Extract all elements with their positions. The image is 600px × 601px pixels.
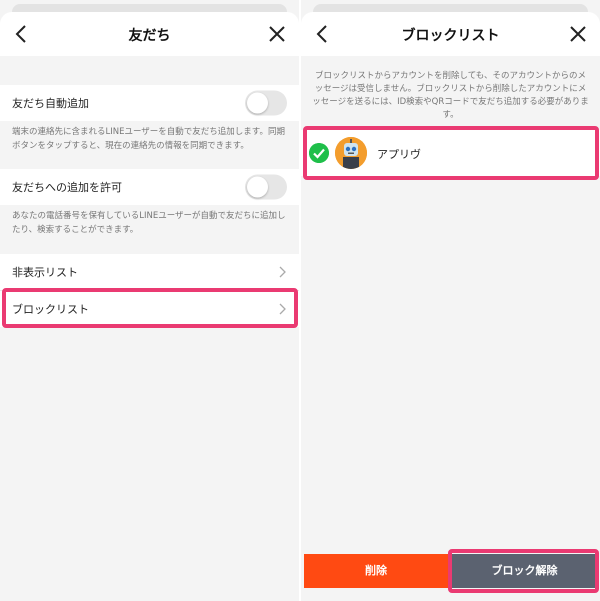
toggle-knob [247, 176, 268, 198]
close-icon[interactable] [265, 22, 289, 46]
chevron-right-icon [279, 266, 286, 278]
close-icon[interactable] [566, 22, 590, 46]
header: 友だち [0, 12, 299, 56]
block-list-highlight [2, 288, 298, 328]
blocked-account-highlight [303, 126, 599, 180]
page-title: 友だち [128, 28, 171, 44]
auto-add-friends-row: 友だち自動追加 [0, 85, 299, 121]
hidden-list-label: 非表示リスト [12, 266, 78, 279]
allow-friend-add-toggle[interactable] [245, 174, 287, 200]
unblock-highlight [448, 549, 599, 593]
block-list-info-text: ブロックリストからアカウントを削除しても、そのアカウントからのメッセージは受信し… [312, 71, 589, 120]
page-title: ブロックリスト [401, 28, 500, 44]
hidden-list-row[interactable]: 非表示リスト [0, 254, 299, 290]
auto-add-friends-description: 端末の連絡先に含まれるLINEユーザーを自動で友だち追加します。同期ボタンをタッ… [12, 127, 285, 151]
delete-button[interactable]: 削除 [304, 554, 448, 588]
allow-friend-add-row: 友だちへの追加を許可 [0, 169, 299, 205]
allow-friend-add-description: あなたの電話番号を保有しているLINEユーザーが自動で友だちに追加したり、検索す… [12, 211, 286, 235]
toggle-knob [247, 92, 268, 114]
friends-settings-screen: 友だち 友だち自動追加 端末の連絡先に含まれるLINEユーザーを自動で友だち追加… [0, 0, 299, 601]
auto-add-friends-label: 友だち自動追加 [12, 97, 89, 110]
block-list-screen: ブロックリスト ブロックリストからアカウントを削除しても、そのアカウントからのメ… [301, 0, 600, 601]
header: ブロックリスト [301, 12, 600, 56]
allow-friend-add-label: 友だちへの追加を許可 [12, 181, 122, 194]
auto-add-friends-toggle[interactable] [245, 90, 287, 116]
